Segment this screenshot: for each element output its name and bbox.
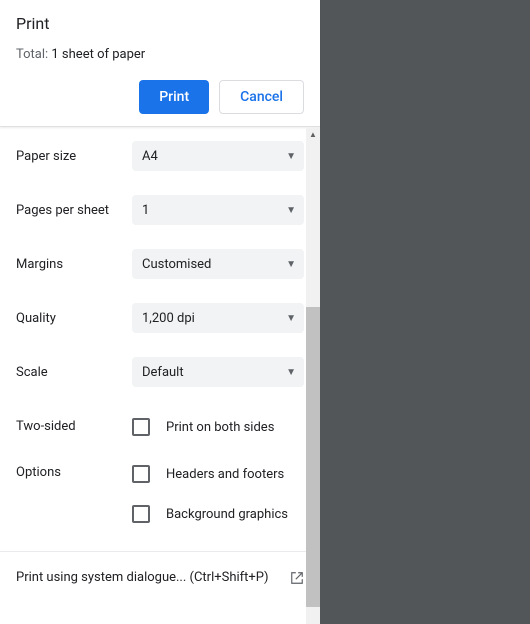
button-row: Print Cancel [16,80,304,114]
row-two-sided: Two-sided Print on both sides [16,409,304,443]
settings-scroll: Paper size A4 ▼ Pages per sheet 1 ▼ Marg… [0,127,320,624]
label-two-sided: Two-sided [16,419,132,434]
chevron-down-icon: ▼ [286,151,296,162]
select-pages-per-sheet-value: 1 [142,203,149,218]
open-external-icon [290,571,304,585]
print-panel: Print Total: 1 sheet of paper Print Canc… [0,0,320,624]
scrollbar-thumb[interactable] [306,307,320,607]
label-paper-size: Paper size [16,149,132,164]
select-quality[interactable]: 1,200 dpi ▼ [132,303,304,333]
scrollbar-track[interactable]: ▲ [306,127,320,624]
select-quality-value: 1,200 dpi [142,311,195,326]
checkbox-two-sided-label: Print on both sides [166,420,274,435]
cancel-button[interactable]: Cancel [219,80,304,114]
checkbox-background-graphics-label: Background graphics [166,507,288,522]
select-paper-size-value: A4 [142,149,158,164]
row-margins: Margins Customised ▼ [16,247,304,281]
select-paper-size[interactable]: A4 ▼ [132,141,304,171]
label-options: Options [16,463,132,539]
checkbox-background-graphics[interactable] [132,505,150,523]
page-title: Print [16,14,304,33]
chevron-down-icon: ▼ [286,367,296,378]
chevron-down-icon: ▼ [286,313,296,324]
system-dialogue-text: Print using system dialogue... (Ctrl+Shi… [16,570,269,585]
total-line: Total: 1 sheet of paper [16,47,304,62]
label-pages-per-sheet: Pages per sheet [16,203,132,218]
select-margins[interactable]: Customised ▼ [132,249,304,279]
print-button[interactable]: Print [139,80,209,114]
row-scale: Scale Default ▼ [16,355,304,389]
print-header: Print Total: 1 sheet of paper Print Canc… [0,0,320,127]
label-margins: Margins [16,257,132,272]
scroll-up-icon[interactable]: ▲ [306,127,320,141]
chevron-down-icon: ▼ [286,259,296,270]
checkbox-headers-footers[interactable] [132,465,150,483]
chevron-down-icon: ▼ [286,205,296,216]
row-quality: Quality 1,200 dpi ▼ [16,301,304,335]
select-margins-value: Customised [142,257,211,272]
total-prefix: Total: [16,47,51,62]
row-paper-size: Paper size A4 ▼ [16,139,304,173]
system-dialogue-link[interactable]: Print using system dialogue... (Ctrl+Shi… [16,552,304,603]
select-pages-per-sheet[interactable]: 1 ▼ [132,195,304,225]
select-scale[interactable]: Default ▼ [132,357,304,387]
row-pages-per-sheet: Pages per sheet 1 ▼ [16,193,304,227]
checkbox-headers-footers-label: Headers and footers [166,467,284,482]
select-scale-value: Default [142,365,184,380]
row-options: Options Headers and footers Background g… [16,463,304,539]
checkbox-two-sided[interactable] [132,418,150,436]
label-scale: Scale [16,365,132,380]
label-quality: Quality [16,311,132,326]
total-count: 1 sheet of paper [51,47,145,62]
